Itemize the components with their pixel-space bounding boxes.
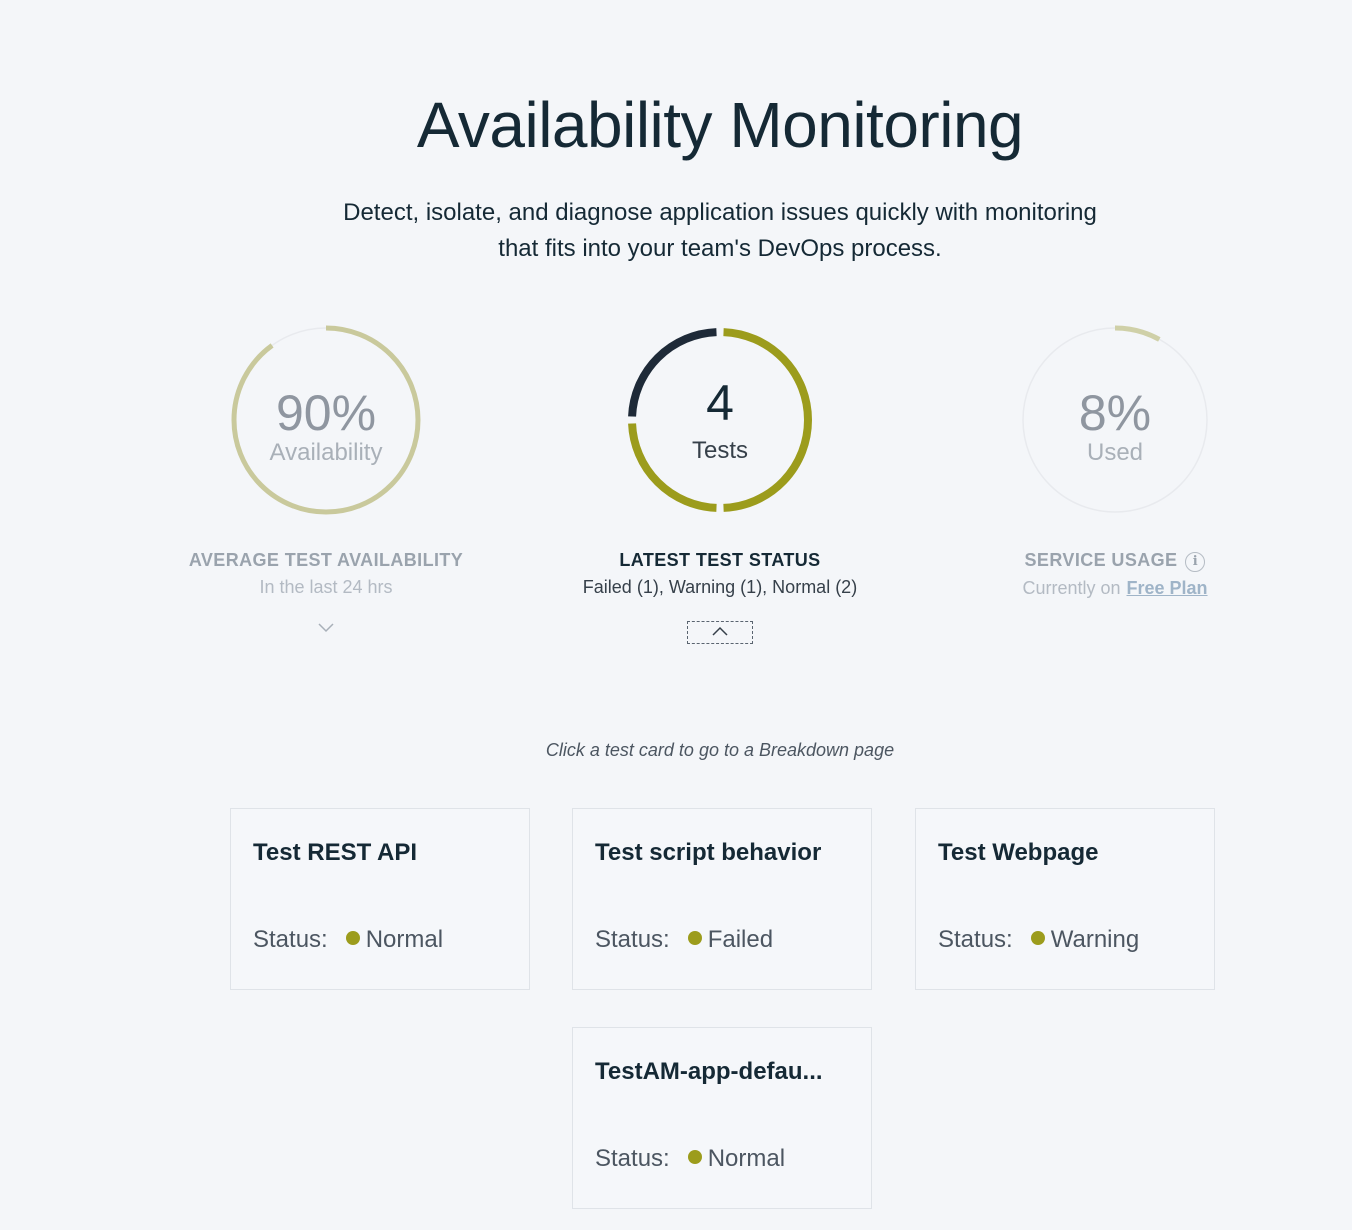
usage-sub-text: Currently on: [1022, 578, 1121, 598]
usage-label: SERVICE USAGE i: [935, 550, 1295, 572]
status-value: Normal: [707, 1145, 786, 1172]
subtitle-line-2: that fits into your team's DevOps proces…: [498, 235, 942, 262]
usage-caption: Used: [1087, 439, 1143, 466]
chevron-up-icon: [712, 626, 728, 636]
subtitle-line-1: Detect, isolate, and diagnose applicatio…: [343, 199, 1097, 226]
card-status: Status: Warning: [938, 926, 1139, 954]
status-dot: [687, 931, 702, 945]
status-value: Normal: [365, 926, 444, 953]
usage-value: 8%: [1079, 385, 1151, 441]
tests-label: LATEST TEST STATUS: [619, 550, 821, 570]
availability-metric: 90% Availability AVERAGE TEST AVAILABILI…: [146, 320, 506, 598]
card-title: TestAM-app-defau...: [595, 1058, 823, 1085]
availability-sub: In the last 24 hrs: [259, 577, 393, 597]
status-dot: [1030, 931, 1045, 945]
card-title: Test script behavior: [595, 839, 822, 866]
usage-label-text: SERVICE USAGE: [1024, 550, 1178, 570]
status-value: Failed: [707, 926, 774, 953]
availability-label: AVERAGE TEST AVAILABILITY: [188, 550, 464, 570]
usage-metric: 8% Used SERVICE USAGE i Currently on Free …: [935, 320, 1295, 599]
status-label: Status:: [253, 926, 328, 953]
card-title: Test Webpage: [938, 839, 1099, 866]
card-title: Test REST API: [253, 839, 418, 866]
test-card-script-behavior[interactable]: Test script behavior Status: Failed: [572, 808, 872, 990]
status-dot: [345, 931, 360, 945]
status-value: Warning: [1050, 926, 1140, 953]
breakdown-hint: Click a test card to go to a Breakdown p…: [545, 740, 895, 760]
free-plan-link[interactable]: Free Plan: [1127, 578, 1208, 598]
ring-segment-failed: [628, 328, 717, 417]
usage-ring: 8% Used: [1020, 325, 1210, 515]
status-label: Status:: [595, 926, 670, 953]
info-icon[interactable]: i: [1185, 552, 1206, 572]
test-card-testam-app[interactable]: TestAM-app-defau... Status: Normal: [572, 1027, 872, 1209]
page-title: Availability Monitoring: [416, 89, 1024, 161]
card-status: Status: Failed: [595, 926, 773, 954]
availability-caption: Availability: [270, 439, 383, 466]
test-card-webpage[interactable]: Test Webpage Status: Warning: [915, 808, 1215, 990]
usage-sub: Currently on Free Plan: [935, 578, 1295, 599]
tests-ring: 4 Tests: [628, 328, 812, 512]
tests-metric: 4 Tests LATEST TEST STATUS Failed (1), W…: [540, 320, 900, 598]
tests-caption: Tests: [692, 437, 748, 464]
card-status: Status: Normal: [253, 926, 443, 954]
ring-segment-normal: [723, 328, 812, 512]
test-card-rest-api[interactable]: Test REST API Status: Normal: [230, 808, 530, 990]
availability-ring: 90% Availability: [231, 325, 421, 515]
status-label: Status:: [595, 1145, 670, 1172]
status-label: Status:: [938, 926, 1013, 953]
collapse-button[interactable]: [687, 621, 753, 644]
card-status: Status: Normal: [595, 1145, 785, 1173]
tests-value: 4: [706, 375, 734, 431]
chevron-down-icon[interactable]: [318, 620, 334, 636]
status-dot: [687, 1150, 702, 1164]
tests-sub: Failed (1), Warning (1), Normal (2): [582, 577, 858, 597]
page-subtitle: Detect, isolate, and diagnose applicatio…: [270, 195, 1170, 267]
availability-value: 90%: [276, 385, 376, 441]
